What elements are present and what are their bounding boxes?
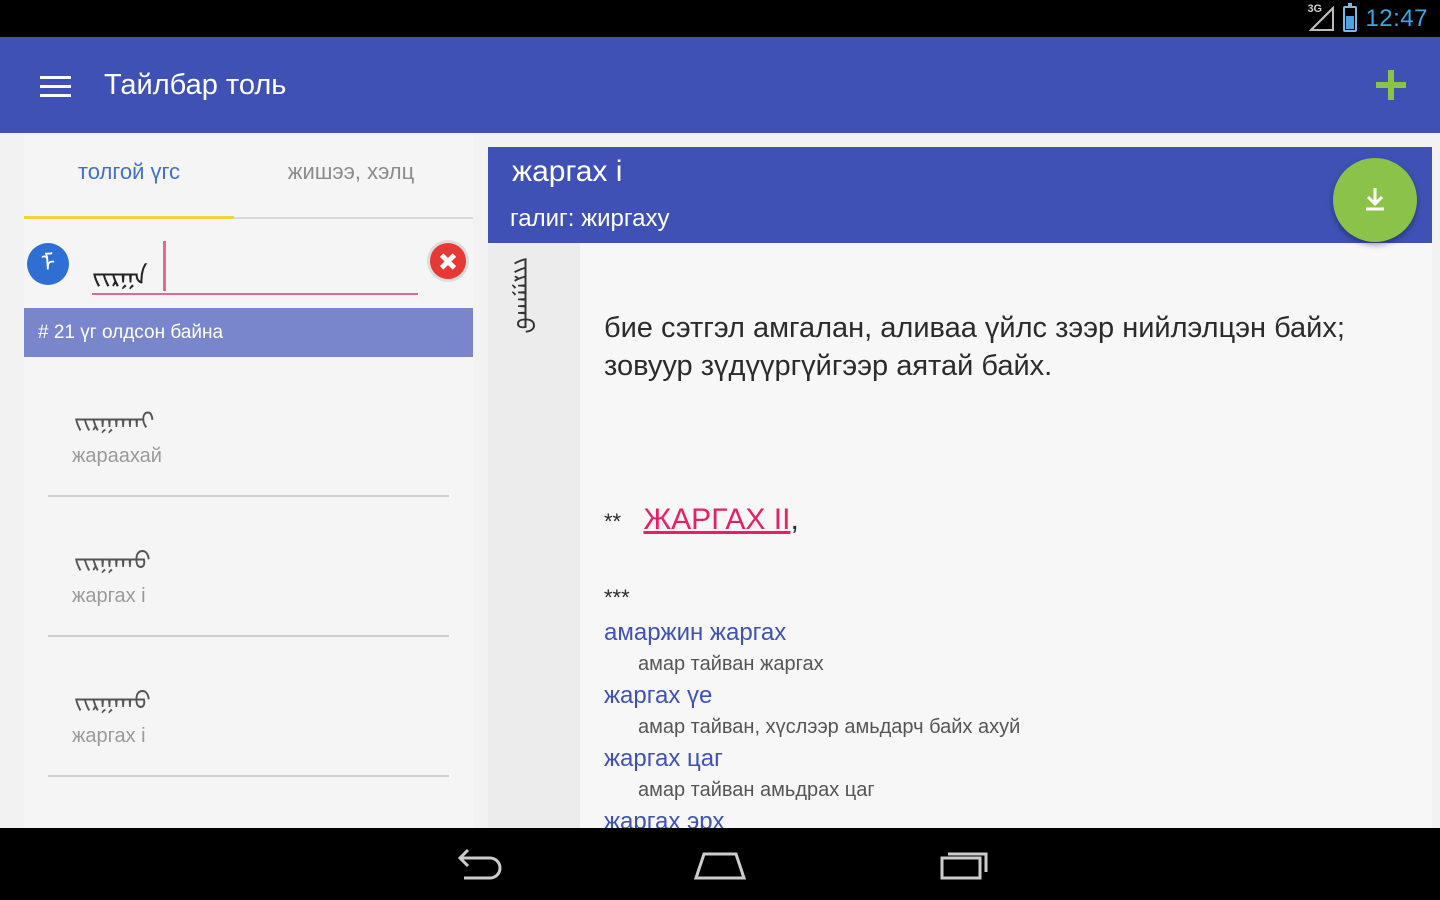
tab-headwords[interactable]: толгой үгс — [24, 159, 234, 185]
app-title: Тайлбар толь — [104, 69, 287, 101]
clear-icon[interactable] — [427, 240, 469, 282]
see-also-marker: ** — [604, 509, 622, 534]
entry-transliteration: галиг: жиргаху — [510, 205, 670, 232]
list-item[interactable]: ᠵᠢᠷᠭᠠᠬᠤ жаргах i — [48, 637, 449, 777]
recent-apps-icon[interactable] — [936, 846, 992, 882]
status-bar: 3G 12:47 — [0, 0, 1440, 37]
phrase-term[interactable]: жаргах цаг — [604, 743, 1404, 774]
result-word: жаргах i — [72, 585, 146, 607]
result-count-banner: # 21 үг олдсон байна — [24, 308, 473, 357]
navigation-bar — [0, 828, 1440, 900]
entry-panel: жаргах i галиг: жиргаху ᠵᠢᠷᠭᠠᠬᠤ бие сэтг… — [488, 147, 1432, 828]
script-toggle-icon[interactable]: ᠮ — [27, 243, 69, 285]
network-type: 3G — [1307, 3, 1323, 15]
list-item[interactable]: ᠵᠢᠷᠭᠠᠬᠤ жаргах i — [48, 497, 449, 637]
main-content: толгой үгс жишээ, хэлц ᠮ ᠵᠢᠷᠭᠠ # 21 үг о… — [0, 133, 1440, 828]
signal-icon: 3G — [1307, 3, 1335, 32]
result-word: жараахай — [72, 445, 162, 467]
result-script: ᠵᠢᠷᠭᠠᠬᠤ — [74, 547, 151, 575]
phrase-definition: амар тайван амьдрах цаг — [638, 779, 875, 801]
clock: 12:47 — [1365, 5, 1428, 32]
see-also: ** ЖАРГАХ II, — [604, 503, 799, 537]
definition-line: зовуур зүдүүргүйгээр аятай байх. — [604, 350, 1053, 382]
back-icon[interactable] — [450, 846, 506, 882]
vertical-script-strip: ᠵᠢᠷᠭᠠᠬᠤ — [488, 243, 580, 828]
menu-icon[interactable] — [40, 76, 71, 98]
search-value: ᠵᠢᠷᠭᠠ — [92, 262, 148, 292]
app-bar: Тайлбар толь — [0, 37, 1440, 133]
phrase-term[interactable]: жаргах эрх — [604, 806, 1404, 828]
entry-title: жаргах i — [512, 155, 623, 188]
plus-icon[interactable] — [1376, 70, 1406, 100]
status-icons: 3G 12:47 — [1307, 3, 1428, 33]
see-also-link[interactable]: ЖАРГАХ II — [643, 503, 790, 536]
definition: бие сэтгэл амгалан, аливаа үйлс зээр ний… — [604, 309, 1404, 385]
result-list: ᠵᠢᠷᠭᠠᠬᠠᠢ жараахай ᠵᠢᠷᠭᠠᠬᠤ жаргах i ᠵᠢᠷᠭᠠ… — [24, 357, 473, 777]
see-also-suffix: , — [790, 503, 799, 536]
phrase-definition: амар тайван, хүслээр амьдарч байх ахуй — [638, 716, 1021, 738]
phrase-definition: амар тайван жаргах — [638, 653, 824, 675]
result-script: ᠵᠢᠷᠭᠠᠬᠠᠢ — [74, 407, 155, 435]
result-script: ᠵᠢᠷᠭᠠᠬᠤ — [74, 687, 151, 715]
vertical-script: ᠵᠢᠷᠭᠠᠬᠤ — [510, 257, 538, 334]
tab-examples[interactable]: жишээ, хэлц — [246, 159, 456, 185]
tab-indicator — [24, 216, 234, 219]
definition-line: бие сэтгэл амгалан, аливаа үйлс зээр ний… — [604, 312, 1345, 344]
download-button[interactable] — [1333, 158, 1417, 242]
phrase-list: амаржин жаргах амар тайван жаргах жаргах… — [604, 617, 1404, 828]
phrase-term[interactable]: жаргах үе — [604, 680, 1404, 711]
result-word: жаргах i — [72, 725, 146, 747]
list-item[interactable]: ᠵᠢᠷᠭᠠᠬᠠᠢ жараахай — [48, 357, 449, 497]
home-icon[interactable] — [692, 846, 748, 882]
phrases-marker: *** — [604, 585, 630, 610]
tab-bar: толгой үгс жишээ, хэлц — [24, 133, 473, 219]
battery-icon — [1343, 3, 1358, 32]
text-caret — [163, 241, 166, 291]
entry-header: жаргах i галиг: жиргаху — [488, 147, 1432, 243]
download-icon — [1366, 188, 1384, 211]
search-input[interactable]: ᠵᠢᠷᠭᠠ — [92, 237, 418, 295]
phrase-term[interactable]: амаржин жаргах — [604, 617, 1404, 648]
search-panel: толгой үгс жишээ, хэлц ᠮ ᠵᠢᠷᠭᠠ # 21 үг о… — [24, 133, 473, 828]
